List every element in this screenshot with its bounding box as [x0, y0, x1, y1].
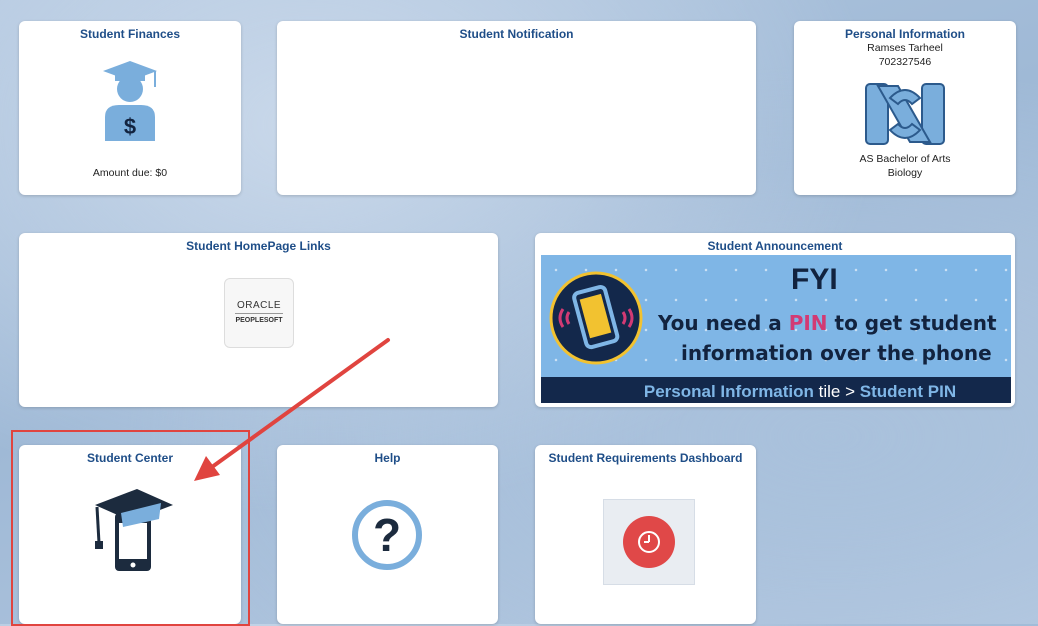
red-arrow-annotation	[194, 338, 390, 481]
